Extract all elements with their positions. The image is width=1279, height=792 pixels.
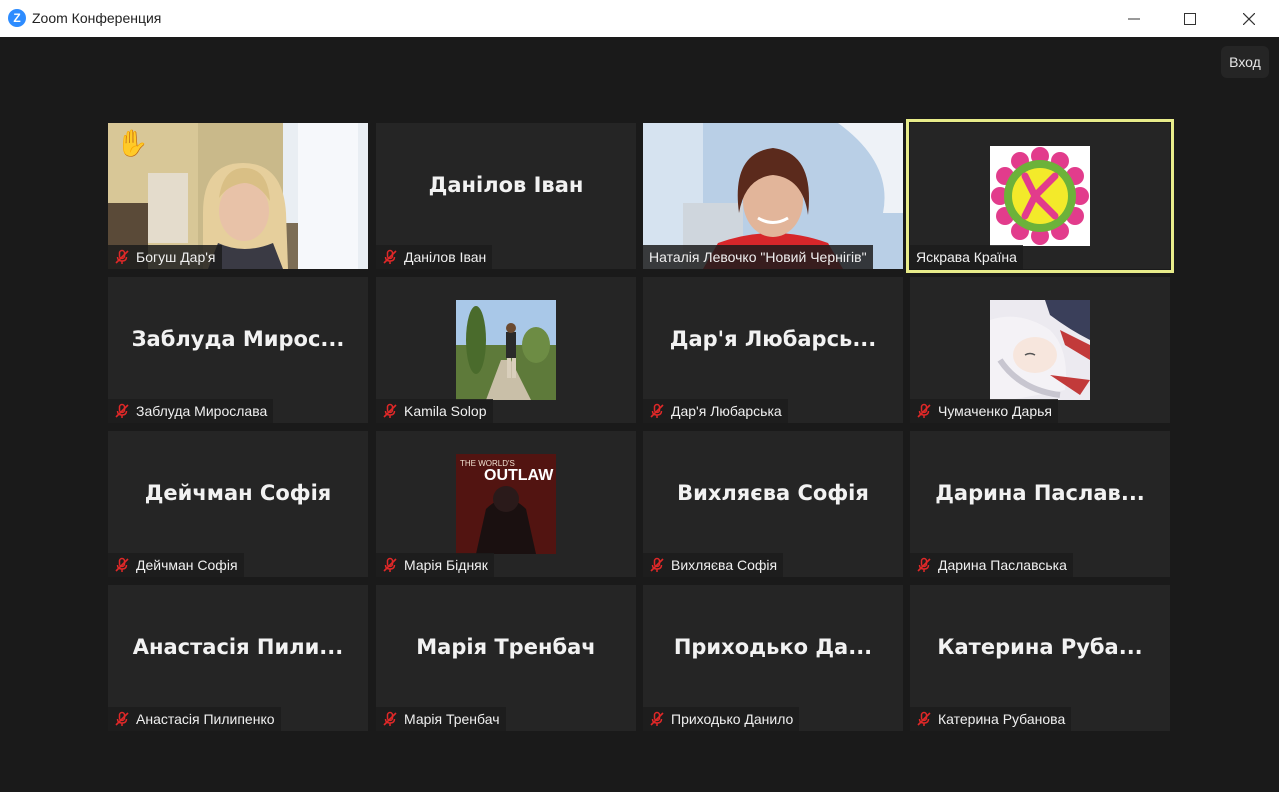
participant-name: Данілов Іван (404, 249, 487, 265)
participant-tile-active-speaker[interactable]: Яскрава Країна (906, 119, 1174, 273)
participant-display-name: Катерина Руба... (937, 635, 1143, 659)
participant-name: Марія Бідняк (404, 557, 488, 573)
participant-tile[interactable]: Наталія Левочко "Новий Чернігів" (643, 123, 903, 269)
mic-muted-icon (650, 711, 664, 726)
maximize-button[interactable] (1160, 0, 1220, 37)
participant-avatar: THE WORLD'S OUTLAW (456, 454, 556, 554)
yaskrava-logo-icon (991, 147, 1089, 245)
mic-muted-icon (115, 249, 129, 264)
mic-muted-icon (917, 557, 931, 572)
participant-name-label: Марія Тренбач (376, 707, 506, 731)
participant-name: Анастасія Пилипенко (136, 711, 275, 727)
participant-name-label: Богуш Дар'я (108, 245, 222, 269)
participant-name-label: Катерина Рубанова (910, 707, 1072, 731)
minimize-icon (1128, 18, 1140, 19)
participant-name-label: Данілов Іван (376, 245, 493, 269)
participant-tile[interactable]: Kamila Solop (376, 277, 636, 423)
gallery-view: ✋ Богуш Дар'я Данілов Іван Данілов Іван … (108, 119, 1174, 731)
mic-muted-icon (383, 557, 397, 572)
participant-name: Дейчман Софія (136, 557, 238, 573)
participant-name-label: Дейчман Софія (108, 553, 244, 577)
participant-name: Дар'я Любарська (671, 403, 782, 419)
window-titlebar: Z Zoom Конференция (0, 0, 1279, 37)
participant-name: Марія Тренбач (404, 711, 500, 727)
participant-tile[interactable]: Дар'я Любарсь... Дар'я Любарська (643, 277, 903, 423)
poster-avatar-icon: THE WORLD'S OUTLAW (456, 454, 556, 554)
zoom-logo-icon: Z (8, 9, 26, 27)
participant-display-name: Данілов Іван (428, 173, 584, 197)
participant-display-name: Дейчман Софія (144, 481, 332, 505)
participant-tile[interactable]: Дарина Паслав... Дарина Паславська (910, 431, 1170, 577)
mic-muted-icon (383, 403, 397, 418)
anime-avatar-icon (990, 300, 1090, 400)
participant-name: Дарина Паславська (938, 557, 1067, 573)
raised-hand-icon: ✋ (116, 129, 149, 159)
participant-tile[interactable]: Анастасія Пили... Анастасія Пилипенко (108, 585, 368, 731)
mic-muted-icon (115, 403, 129, 418)
participant-display-name: Дарина Паслав... (935, 481, 1145, 505)
minimize-button[interactable] (1104, 0, 1164, 37)
participant-name-label: Наталія Левочко "Новий Чернігів" (643, 245, 873, 269)
close-icon (1243, 12, 1255, 25)
participant-avatar (456, 300, 556, 400)
participant-tile[interactable]: Вихляєва Софія Вихляєва Софія (643, 431, 903, 577)
mic-muted-icon (650, 557, 664, 572)
participant-tile[interactable]: Катерина Руба... Катерина Рубанова (910, 585, 1170, 731)
participant-name-label: Яскрава Країна (910, 245, 1023, 269)
outdoor-photo-icon (456, 300, 556, 400)
participant-name-label: Дар'я Любарська (643, 399, 788, 423)
participant-name: Богуш Дар'я (136, 249, 216, 265)
mic-muted-icon (383, 711, 397, 726)
mic-muted-icon (917, 403, 931, 418)
poster-title: OUTLAW (484, 467, 554, 484)
participant-name: Вихляєва Софія (671, 557, 778, 573)
participant-name-label: Заблуда Мирослава (108, 399, 274, 423)
participant-name: Приходько Данило (671, 711, 794, 727)
close-button[interactable] (1219, 0, 1279, 37)
participant-name: Наталія Левочко "Новий Чернігів" (649, 249, 867, 265)
participant-tile[interactable]: Чумаченко Дарья (910, 277, 1170, 423)
participant-display-name: Дар'я Любарсь... (669, 327, 877, 351)
participant-tile[interactable]: Дейчман Софія Дейчман Софія (108, 431, 368, 577)
participant-name-label: Вихляєва Софія (643, 553, 784, 577)
participant-avatar (990, 300, 1090, 400)
participant-tile[interactable]: Заблуда Мирос... Заблуда Мирослава (108, 277, 368, 423)
participant-tile[interactable]: Данілов Іван Данілов Іван (376, 123, 636, 269)
participant-tile[interactable]: ✋ Богуш Дар'я (108, 123, 368, 269)
mic-muted-icon (115, 711, 129, 726)
participant-name: Kamila Solop (404, 403, 487, 419)
participant-avatar (990, 146, 1090, 246)
participant-name-label: Анастасія Пилипенко (108, 707, 281, 731)
participant-display-name: Заблуда Мирос... (131, 327, 345, 351)
participant-name-label: Приходько Данило (643, 707, 800, 731)
participant-tile[interactable]: THE WORLD'S OUTLAW Марія Бідняк (376, 431, 636, 577)
participant-name: Чумаченко Дарья (938, 403, 1052, 419)
mic-muted-icon (650, 403, 664, 418)
mic-muted-icon (383, 249, 397, 264)
participant-name: Яскрава Країна (916, 249, 1017, 265)
participant-name-label: Kamila Solop (376, 399, 493, 423)
participant-name: Катерина Рубанова (938, 711, 1066, 727)
window-title: Zoom Конференция (32, 10, 162, 26)
participant-tile[interactable]: Марія Тренбач Марія Тренбач (376, 585, 636, 731)
participant-tile[interactable]: Приходько Да... Приходько Данило (643, 585, 903, 731)
mic-muted-icon (115, 557, 129, 572)
participant-name-label: Дарина Паславська (910, 553, 1073, 577)
exit-button[interactable]: Вход (1221, 46, 1269, 78)
participant-name-label: Чумаченко Дарья (910, 399, 1058, 423)
participant-display-name: Вихляєва Софія (677, 481, 869, 505)
mic-muted-icon (917, 711, 931, 726)
participant-display-name: Марія Тренбач (416, 635, 596, 659)
maximize-icon (1184, 12, 1196, 25)
participant-name: Заблуда Мирослава (136, 403, 268, 419)
participant-display-name: Приходько Да... (673, 635, 873, 659)
participant-name-label: Марія Бідняк (376, 553, 494, 577)
participant-display-name: Анастасія Пили... (132, 635, 344, 659)
